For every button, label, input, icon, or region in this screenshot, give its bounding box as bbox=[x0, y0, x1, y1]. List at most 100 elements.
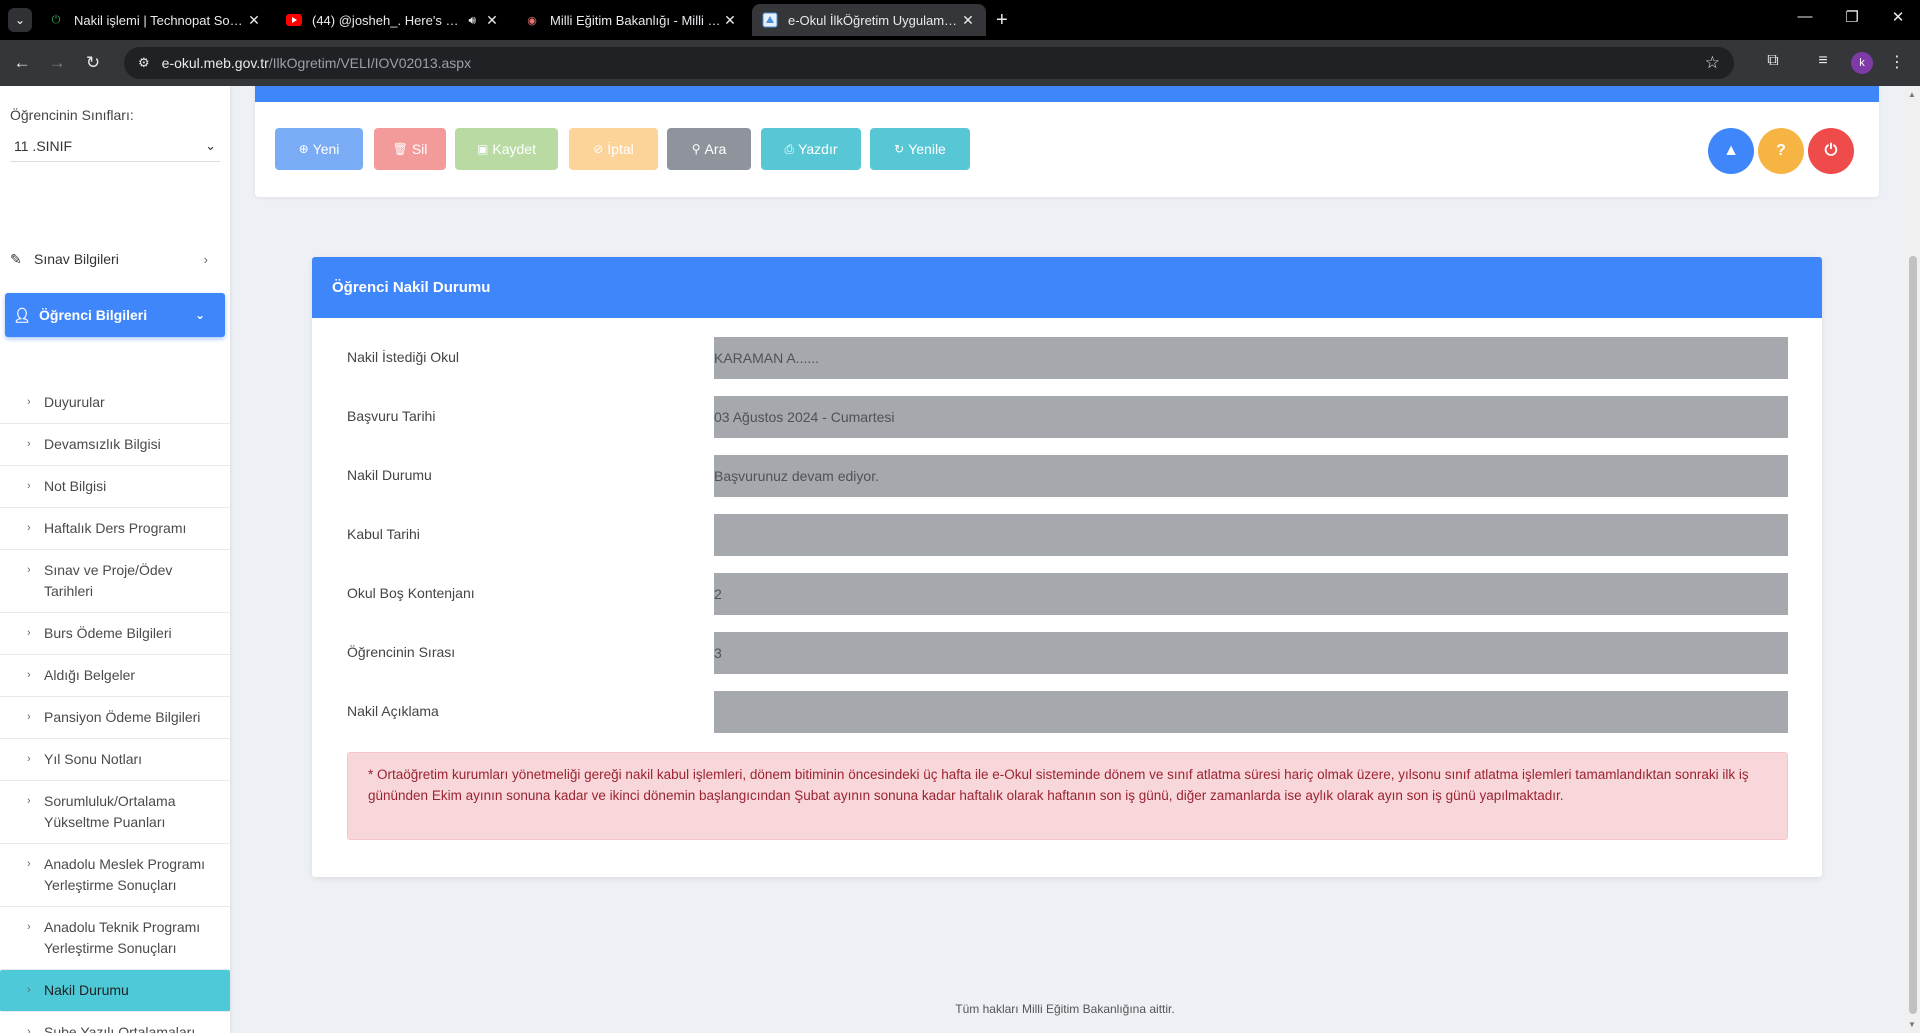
info-alert: * Ortaöğretim kurumları yönetmeliği gere… bbox=[347, 752, 1788, 840]
submenu-label: Burs Ödeme Bilgileri bbox=[44, 625, 172, 641]
submenu-item[interactable]: › Burs Ödeme Bilgileri bbox=[0, 613, 230, 655]
field-row: Nakil İstediği Okul KARAMAN A...... bbox=[312, 337, 1822, 379]
submenu-item[interactable]: › Duyurular bbox=[0, 382, 230, 424]
window-close-icon[interactable]: ✕ bbox=[1878, 8, 1918, 26]
button-label: İptal bbox=[607, 141, 634, 157]
panel-title: Öğrenci Nakil Durumu bbox=[312, 257, 1822, 318]
bookmark-star-icon[interactable]: ☆ bbox=[1705, 53, 1720, 73]
chevron-down-icon: ⌄ bbox=[205, 137, 216, 153]
address-bar[interactable]: ⚙ e-okul.meb.gov.tr/IlkOgretim/VELI/IOV0… bbox=[124, 47, 1734, 79]
submenu-label: Sorumluluk/Ortalama Yükseltme Puanları bbox=[44, 793, 176, 830]
browser-tab-meb[interactable]: ◉ Milli Eğitim Bakanlığı - Milli Eğ ✕ bbox=[514, 4, 748, 36]
button-label: Ara bbox=[704, 141, 727, 157]
help-button[interactable]: ? bbox=[1758, 128, 1804, 174]
field-value: Başvurunuz devam ediyor. bbox=[714, 455, 1788, 497]
field-value: 3 bbox=[714, 632, 1788, 674]
media-control-icon[interactable]: ≡ bbox=[1812, 52, 1834, 70]
page-scrollbar[interactable]: ▲ ▼ bbox=[1905, 86, 1920, 1033]
chevron-right-icon: › bbox=[27, 627, 31, 639]
submenu-item[interactable]: › Sorumluluk/Ortalama Yükseltme Puanları bbox=[0, 781, 230, 844]
browser-tab-technopat[interactable]: ⏻ Nakil işlemi | Technopat Sosyal ✕ bbox=[38, 4, 272, 36]
tab-title: e-Okul İlkÖğretim Uygulamaları bbox=[788, 12, 960, 28]
scrollbar-thumb[interactable] bbox=[1909, 256, 1917, 1014]
submenu-label: Anadolu Teknik Programı Yerleştirme Sonu… bbox=[44, 919, 201, 956]
browser-tab-youtube[interactable]: (44) @josheh_. Here's half t 🔊︎ ✕ bbox=[276, 4, 510, 36]
profile-avatar[interactable]: k bbox=[1851, 52, 1873, 74]
print-button[interactable]: ⎙ Yazdır bbox=[761, 128, 861, 170]
reload-button[interactable]: ↻ bbox=[81, 51, 105, 75]
chevron-right-icon: › bbox=[27, 984, 31, 996]
question-icon: ? bbox=[1776, 142, 1786, 159]
submenu-item[interactable]: › Aldığı Belgeler bbox=[0, 655, 230, 697]
new-button[interactable]: ⊕ Yeni bbox=[275, 128, 363, 170]
extensions-icon[interactable]: ⧉ bbox=[1762, 52, 1784, 70]
close-icon[interactable]: ✕ bbox=[484, 12, 500, 29]
minimize-icon[interactable]: — bbox=[1785, 8, 1825, 25]
submenu-item[interactable]: › Not Bilgisi bbox=[0, 466, 230, 508]
submenu-item[interactable]: › Anadolu Meslek Programı Yerleştirme Son… bbox=[0, 844, 230, 907]
submenu-item[interactable]: › Sınav ve Proje/Ödev Tarihleri bbox=[0, 550, 230, 613]
url-path: /IlkOgretim/VELI/IOV02013.aspx bbox=[268, 55, 472, 71]
submenu-label: Devamsızlık Bilgisi bbox=[44, 436, 161, 452]
chevron-right-icon: › bbox=[27, 921, 31, 933]
site-settings-icon[interactable]: ⚙ bbox=[138, 55, 150, 71]
scroll-up-icon[interactable]: ▲ bbox=[1908, 90, 1916, 99]
submenu-label: Yıl Sonu Notları bbox=[44, 751, 143, 767]
chevron-right-icon: › bbox=[27, 795, 31, 807]
submenu-item-active[interactable]: › Nakil Durumu bbox=[0, 970, 230, 1012]
save-button[interactable]: ▣ Kaydet bbox=[455, 128, 558, 170]
page-footer: Tüm hakları Milli Eğitim Bakanlığına ait… bbox=[955, 1002, 1175, 1016]
speaker-icon[interactable]: 🔊︎ bbox=[468, 13, 476, 28]
submenu-item[interactable]: › Devamsızlık Bilgisi bbox=[0, 424, 230, 466]
logout-button[interactable]: ⏻ bbox=[1808, 128, 1854, 174]
warning-button[interactable]: ▲ bbox=[1708, 128, 1754, 174]
power-icon: ⏻ bbox=[1824, 142, 1838, 159]
field-label: Nakil Durumu bbox=[347, 467, 432, 483]
close-icon[interactable]: ✕ bbox=[246, 12, 262, 29]
trash-icon: 🗑︎ bbox=[392, 142, 408, 156]
submenu-item[interactable]: › Şube Yazılı Ortalamaları bbox=[0, 1012, 230, 1033]
chevron-right-icon: › bbox=[27, 711, 31, 723]
sidebar-item-label: Sınav Bilgileri bbox=[34, 251, 119, 267]
browser-menu-icon[interactable]: ⋮ bbox=[1886, 52, 1908, 72]
forward-button[interactable]: → bbox=[45, 51, 69, 75]
main-content: ⊕ Yeni 🗑︎ Sil ▣ Kaydet ⊘ İptal ⚲ Ara ⎙ Yazdır … bbox=[230, 86, 1900, 1033]
tab-search-button[interactable]: ⌄ bbox=[8, 8, 32, 32]
action-toolbar: ⊕ Yeni 🗑︎ Sil ▣ Kaydet ⊘ İptal ⚲ Ara ⎙ Yazdır … bbox=[255, 86, 1879, 197]
floppy-icon: ▣ bbox=[477, 142, 489, 156]
class-select[interactable]: 11 .SINIF ⌄ bbox=[10, 130, 220, 162]
student-submenu: › Duyurular › Devamsızlık Bilgisi › Not Bil… bbox=[0, 382, 230, 1033]
chevron-right-icon: › bbox=[203, 251, 208, 267]
sidebar-item-exam-info[interactable]: ✎ Sınav Bilgileri › bbox=[10, 244, 220, 274]
close-icon[interactable]: ✕ bbox=[960, 12, 976, 29]
field-row: Okul Boş Kontenjanı 2 bbox=[312, 573, 1822, 615]
submenu-item[interactable]: › Yıl Sonu Notları bbox=[0, 739, 230, 781]
delete-button[interactable]: 🗑︎ Sil bbox=[374, 128, 446, 170]
search-button[interactable]: ⚲ Ara bbox=[667, 128, 751, 170]
tab-title: (44) @josheh_. Here's half t bbox=[312, 12, 465, 28]
field-value bbox=[714, 691, 1788, 733]
new-tab-button[interactable]: + bbox=[996, 8, 1008, 32]
submenu-item[interactable]: › Anadolu Teknik Programı Yerleştirme Son… bbox=[0, 907, 230, 970]
submenu-label: Haftalık Ders Programı bbox=[44, 520, 187, 536]
submenu-item[interactable]: › Haftalık Ders Programı bbox=[0, 508, 230, 550]
browser-tab-eokul[interactable]: e-Okul İlkÖğretim Uygulamaları ✕ bbox=[752, 4, 986, 36]
scroll-down-icon[interactable]: ▼ bbox=[1908, 1020, 1916, 1029]
back-button[interactable]: ← bbox=[10, 51, 34, 75]
transfer-status-panel: Öğrenci Nakil Durumu Nakil İstediği Okul… bbox=[312, 257, 1822, 877]
button-label: Yazdır bbox=[798, 141, 838, 157]
submenu-item[interactable]: › Pansiyon Ödeme Bilgileri bbox=[0, 697, 230, 739]
field-label: Başvuru Tarihi bbox=[347, 408, 436, 424]
chevron-right-icon: › bbox=[27, 438, 31, 450]
restore-icon[interactable]: ❐ bbox=[1832, 8, 1872, 26]
submenu-label: Duyurular bbox=[44, 394, 105, 410]
chevron-right-icon: › bbox=[27, 753, 31, 765]
field-label: Kabul Tarihi bbox=[347, 526, 420, 542]
class-label: Öğrencinin Sınıfları: bbox=[10, 107, 134, 123]
header-band bbox=[255, 86, 1879, 102]
cancel-button[interactable]: ⊘ İptal bbox=[569, 128, 658, 170]
refresh-button[interactable]: ↻ Yenile bbox=[870, 128, 970, 170]
sidebar-item-student-info[interactable]: 👤︎ Öğrenci Bilgileri ⌄ bbox=[5, 293, 225, 337]
refresh-icon: ↻ bbox=[894, 142, 905, 156]
close-icon[interactable]: ✕ bbox=[722, 12, 738, 29]
